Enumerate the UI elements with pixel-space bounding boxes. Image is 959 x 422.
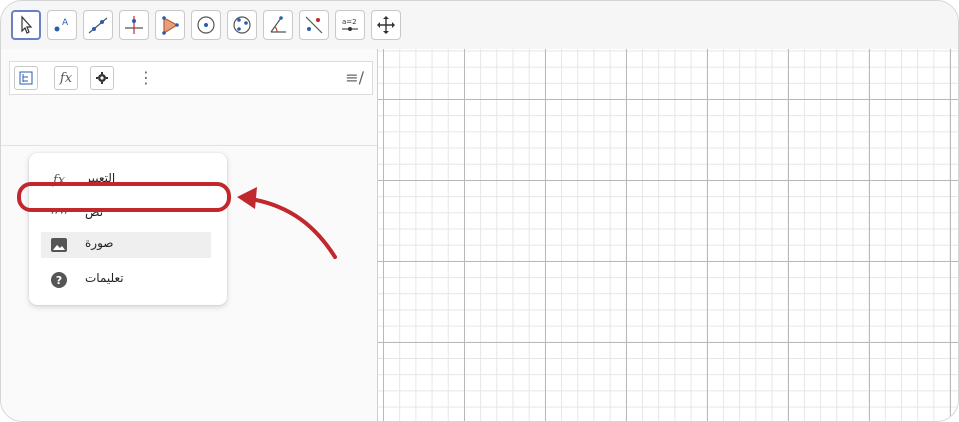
toolbar: A a=2	[1, 1, 958, 49]
algebra-input-row-divider	[1, 145, 377, 146]
help-icon: ?	[49, 270, 69, 290]
perpendicular-line-icon	[125, 16, 143, 34]
algebra-tree-icon	[19, 71, 33, 85]
move-graphics-tool-button[interactable]	[371, 10, 401, 40]
perpendicular-tool-button[interactable]	[119, 10, 149, 40]
angle-tool-icon	[270, 16, 286, 33]
more-options-icon[interactable]: ⋮	[138, 68, 154, 87]
move-graphics-view-icon	[377, 16, 395, 34]
slider-tool-icon: a=2	[342, 18, 358, 31]
menu-item-image[interactable]: صورة	[41, 232, 211, 258]
polygon-tool-icon	[162, 16, 179, 35]
polygon-tool-button[interactable]	[155, 10, 185, 40]
menu-item-help[interactable]: ? تعليمات	[41, 267, 211, 293]
circle-center-point-icon	[197, 16, 215, 34]
svg-text:a=2: a=2	[342, 18, 357, 26]
algebra-header: fx ⋮ ≡∕	[9, 61, 373, 95]
gear-icon	[96, 72, 108, 84]
point-tool-button[interactable]: A	[47, 10, 77, 40]
highlight-annotation	[17, 182, 231, 212]
move-tool-icon	[21, 15, 33, 34]
svg-text:?: ?	[56, 274, 62, 287]
function-fx-icon: fx	[59, 70, 73, 86]
insert-menu: fx التعبير ❞❞ نص صورة ? تعليمات	[29, 153, 227, 305]
algebra-view-toggle[interactable]	[14, 66, 38, 90]
circle-three-points-tool-button[interactable]	[227, 10, 257, 40]
menu-item-label: تعليمات	[85, 271, 124, 285]
slider-tool-button[interactable]: a=2	[335, 10, 365, 40]
graphics-view[interactable]	[378, 49, 958, 421]
reflect-tool-button[interactable]	[299, 10, 329, 40]
circle-three-points-icon	[233, 16, 251, 34]
input-bar-toggle[interactable]: fx	[54, 66, 78, 90]
sort-icon[interactable]: ≡∕	[345, 68, 364, 87]
angle-tool-button[interactable]	[263, 10, 293, 40]
algebra-view: fx ⋮ ≡∕ fx التعبير ❞❞ نص صورة ? تعليمات	[1, 49, 378, 421]
circle-center-tool-button[interactable]	[191, 10, 221, 40]
move-tool-button[interactable]	[11, 10, 41, 40]
line-tool-button[interactable]	[83, 10, 113, 40]
svg-text:A: A	[62, 18, 69, 28]
point-tool-icon: A	[54, 18, 69, 32]
app-window: A a=2 fx ⋮ ≡∕ fx التعبير ❞❞ نص صورة ? تع…	[0, 0, 959, 422]
line-tool-icon	[88, 17, 108, 34]
reflect-line-icon	[305, 16, 323, 34]
image-icon	[49, 235, 69, 255]
settings-button[interactable]	[90, 66, 114, 90]
menu-item-label: صورة	[85, 236, 114, 250]
